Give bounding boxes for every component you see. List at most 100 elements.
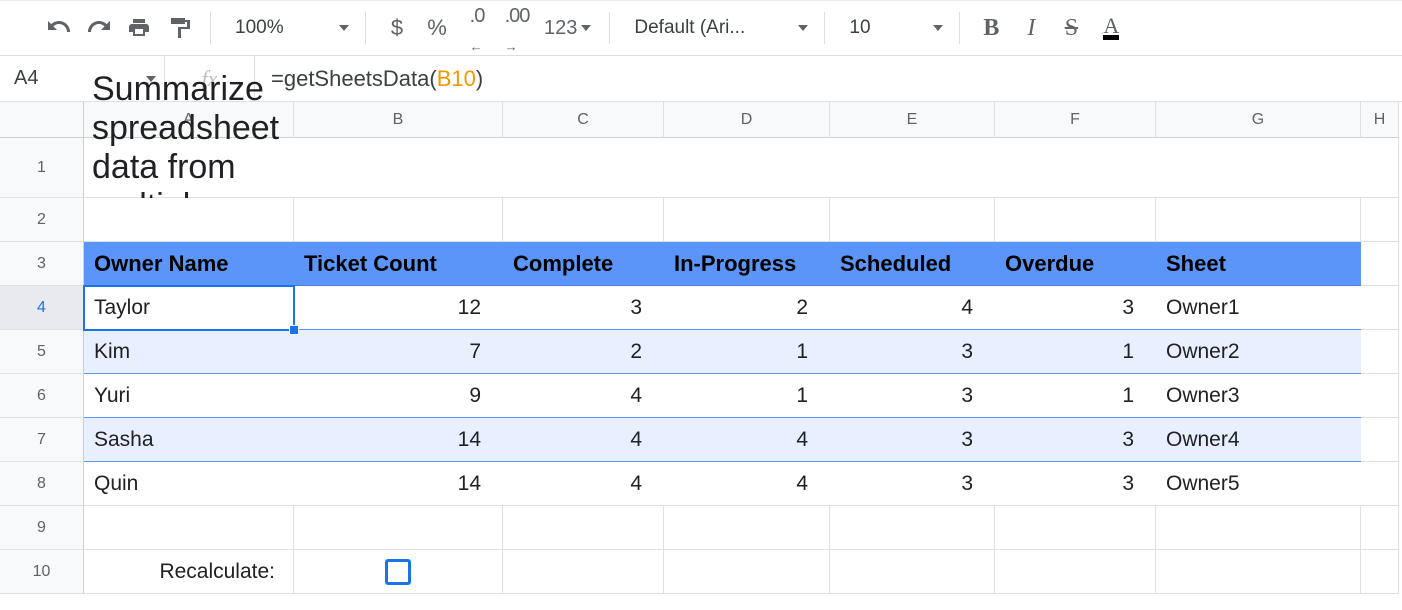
strikethrough-button[interactable]: S [1052, 10, 1090, 46]
table-cell-sheet[interactable]: Owner4 [1156, 418, 1361, 462]
cell-blank[interactable] [1156, 506, 1361, 550]
col-header-F[interactable]: F [995, 102, 1156, 138]
cell-blank[interactable] [1361, 286, 1399, 330]
cell-blank[interactable] [1361, 138, 1399, 198]
cell-blank[interactable] [503, 506, 664, 550]
col-header-D[interactable]: D [664, 102, 830, 138]
table-cell-scheduled[interactable]: 3 [830, 330, 995, 374]
table-cell-complete[interactable]: 3 [503, 286, 664, 330]
table-cell-sheet[interactable]: Owner5 [1156, 462, 1361, 506]
cell-blank[interactable] [1361, 418, 1399, 462]
table-cell-in_progress[interactable]: 4 [664, 462, 830, 506]
table-cell-ticket_count[interactable]: 7 [294, 330, 503, 374]
undo-button[interactable] [40, 10, 78, 46]
cell-blank[interactable] [664, 550, 830, 594]
cell-blank[interactable] [995, 198, 1156, 242]
cell-blank[interactable] [1361, 462, 1399, 506]
print-button[interactable] [120, 10, 158, 46]
table-cell-in_progress[interactable]: 1 [664, 330, 830, 374]
row-header-7[interactable]: 7 [0, 418, 84, 462]
col-header-B[interactable]: B [294, 102, 503, 138]
font-combo[interactable]: Default (Ari... [622, 10, 812, 46]
table-cell-complete[interactable]: 4 [503, 418, 664, 462]
col-header-C[interactable]: C [503, 102, 664, 138]
table-cell-ticket_count[interactable]: 14 [294, 462, 503, 506]
table-cell-scheduled[interactable]: 3 [830, 418, 995, 462]
table-cell-overdue[interactable]: 3 [995, 462, 1156, 506]
cell-blank[interactable] [294, 198, 503, 242]
cell-blank[interactable] [1361, 506, 1399, 550]
table-cell-in_progress[interactable]: 1 [664, 374, 830, 418]
row-header-8[interactable]: 8 [0, 462, 84, 506]
row-header-2[interactable]: 2 [0, 198, 84, 242]
table-cell-scheduled[interactable]: 3 [830, 462, 995, 506]
row-header-1[interactable]: 1 [0, 138, 84, 198]
col-header-H[interactable]: H [1361, 102, 1399, 138]
table-cell-complete[interactable]: 2 [503, 330, 664, 374]
cell-blank[interactable] [1156, 550, 1361, 594]
cell-blank[interactable] [664, 506, 830, 550]
cell-blank[interactable] [503, 138, 664, 198]
percent-format-button[interactable]: % [418, 10, 456, 46]
cell-blank[interactable] [84, 506, 294, 550]
table-cell-complete[interactable]: 4 [503, 462, 664, 506]
cell-blank[interactable] [503, 198, 664, 242]
cell-blank[interactable] [1361, 330, 1399, 374]
table-cell-sheet[interactable]: Owner3 [1156, 374, 1361, 418]
cell-blank[interactable] [995, 550, 1156, 594]
table-cell-owner[interactable]: Quin [84, 462, 294, 506]
increase-decimal-button[interactable]: .00→ [498, 10, 536, 46]
italic-button[interactable]: I [1012, 10, 1050, 46]
table-cell-sheet[interactable]: Owner1 [1156, 286, 1361, 330]
bold-button[interactable]: B [972, 10, 1010, 46]
table-cell-scheduled[interactable]: 3 [830, 374, 995, 418]
cell-blank[interactable] [664, 198, 830, 242]
cell-blank[interactable] [995, 138, 1156, 198]
table-cell-overdue[interactable]: 1 [995, 374, 1156, 418]
table-cell-overdue[interactable]: 3 [995, 418, 1156, 462]
col-header-G[interactable]: G [1156, 102, 1361, 138]
table-cell-in_progress[interactable]: 2 [664, 286, 830, 330]
recalculate-checkbox[interactable] [385, 559, 411, 585]
fill-handle[interactable] [289, 325, 299, 335]
row-header-6[interactable]: 6 [0, 374, 84, 418]
cell-blank[interactable] [1361, 242, 1399, 286]
table-cell-ticket_count[interactable]: 14 [294, 418, 503, 462]
cell-blank[interactable] [830, 550, 995, 594]
col-header-E[interactable]: E [830, 102, 995, 138]
table-cell-scheduled[interactable]: 4 [830, 286, 995, 330]
cell-blank[interactable] [84, 198, 294, 242]
table-cell-overdue[interactable]: 1 [995, 330, 1156, 374]
cell-blank[interactable] [1156, 198, 1361, 242]
cell-blank[interactable] [1156, 138, 1361, 198]
row-header-4[interactable]: 4 [0, 286, 84, 330]
cell-blank[interactable] [503, 550, 664, 594]
formula-input[interactable]: =getSheetsData(B10) [255, 66, 1402, 92]
recalculate-checkbox-cell[interactable] [294, 550, 503, 594]
spreadsheet-grid[interactable]: ABCDEFGH1Summarize spreadsheet data from… [0, 102, 1402, 594]
cell-blank[interactable] [995, 506, 1156, 550]
table-cell-owner[interactable]: Sasha [84, 418, 294, 462]
row-header-10[interactable]: 10 [0, 550, 84, 594]
cell-blank[interactable] [664, 138, 830, 198]
cell-blank[interactable] [830, 138, 995, 198]
paint-format-button[interactable] [160, 10, 198, 46]
row-header-5[interactable]: 5 [0, 330, 84, 374]
cell-blank[interactable] [294, 138, 503, 198]
font-size-combo[interactable]: 10 [837, 10, 947, 46]
currency-format-button[interactable]: $ [378, 10, 416, 46]
number-format-combo[interactable]: 123 [538, 10, 597, 46]
text-color-button[interactable]: A [1092, 10, 1130, 46]
table-cell-owner[interactable]: Yuri [84, 374, 294, 418]
row-header-9[interactable]: 9 [0, 506, 84, 550]
zoom-combo[interactable]: 100% [223, 10, 353, 46]
table-cell-overdue[interactable]: 3 [995, 286, 1156, 330]
table-cell-ticket_count[interactable]: 12 [294, 286, 503, 330]
table-cell-owner[interactable]: Taylor [84, 286, 294, 330]
cell-blank[interactable] [1361, 198, 1399, 242]
decrease-decimal-button[interactable]: .0← [458, 10, 496, 46]
row-header-3[interactable]: 3 [0, 242, 84, 286]
table-cell-complete[interactable]: 4 [503, 374, 664, 418]
table-cell-owner[interactable]: Kim [84, 330, 294, 374]
table-cell-sheet[interactable]: Owner2 [1156, 330, 1361, 374]
